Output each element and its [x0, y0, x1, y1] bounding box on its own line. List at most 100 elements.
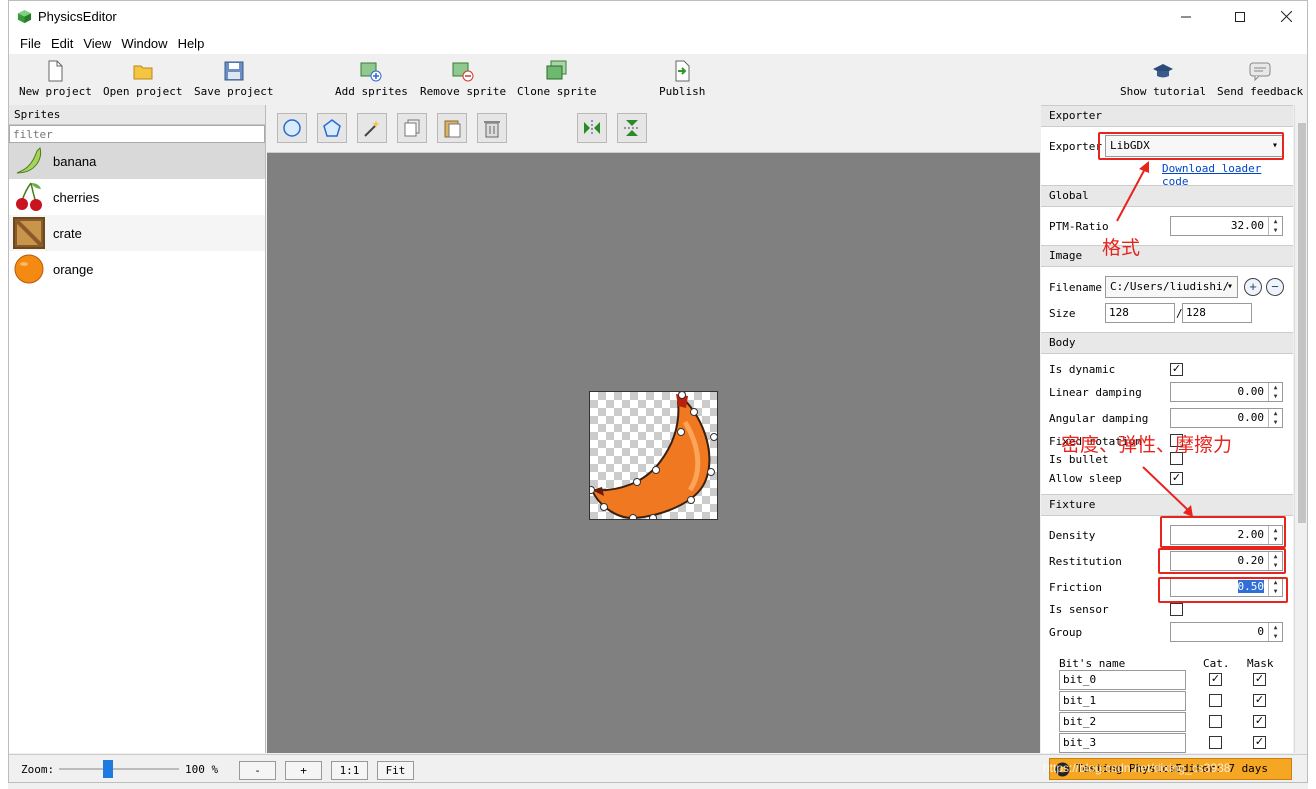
paste-button[interactable] — [437, 113, 467, 143]
bit-3-mask-checkbox[interactable]: ✓ — [1253, 736, 1266, 749]
zoom-slider[interactable] — [59, 760, 179, 778]
group-input[interactable]: 0 ▲ ▼ — [1170, 622, 1283, 642]
publish-button[interactable]: Publish — [659, 60, 705, 98]
close-icon — [1280, 11, 1292, 22]
sprite-preview[interactable] — [589, 391, 718, 520]
new-file-icon — [48, 60, 63, 82]
properties-panel: Exporter Exporter LibGDX ▾ Download loade… — [1041, 105, 1293, 753]
scrollbar-thumb[interactable] — [1298, 123, 1306, 523]
flip-vertical-button[interactable] — [617, 113, 647, 143]
properties-scrollbar[interactable] — [1294, 105, 1307, 753]
bit-3-cat-checkbox[interactable] — [1209, 736, 1222, 749]
zoom-out-button[interactable]: - — [239, 761, 276, 780]
bit-0-cat-checkbox[interactable]: ✓ — [1209, 673, 1222, 686]
show-tutorial-button[interactable]: Show tutorial — [1120, 60, 1206, 98]
spin-arrows-icon[interactable]: ▲ ▼ — [1268, 623, 1282, 641]
new-project-button[interactable]: New project — [19, 60, 92, 98]
circle-tool-button[interactable] — [277, 113, 307, 143]
zoom-slider-thumb[interactable] — [103, 760, 113, 778]
friction-highlight-box — [1158, 577, 1288, 603]
bit-0-mask-checkbox[interactable]: ✓ — [1253, 673, 1266, 686]
exporter-highlight-box — [1098, 132, 1284, 160]
magic-wand-icon — [364, 120, 380, 137]
linear-damping-label: Linear damping — [1049, 386, 1142, 399]
watermark-text: https://blog.csdn.net/dixing_cs3938 — [1043, 761, 1231, 775]
editor-canvas[interactable] — [267, 153, 1040, 753]
sprite-name: crate — [53, 225, 82, 241]
clone-sprite-button[interactable]: Clone sprite — [517, 60, 596, 98]
bit-name-field[interactable]: bit_2 — [1059, 712, 1186, 732]
maximize-icon — [1235, 11, 1245, 22]
open-project-button[interactable]: Open project — [103, 60, 182, 98]
spin-arrows-icon[interactable]: ▲ ▼ — [1268, 217, 1282, 235]
bits-mask-header: Mask — [1247, 657, 1274, 670]
remove-sprite-icon — [452, 62, 474, 82]
checkmark-icon: ✓ — [1254, 715, 1265, 727]
banana-sprite-image — [590, 392, 717, 519]
maximize-button[interactable] — [1217, 1, 1263, 32]
graduation-cap-icon — [1153, 64, 1174, 78]
menu-window[interactable]: Window — [116, 36, 172, 51]
minimize-button[interactable] — [1163, 1, 1209, 32]
magic-wand-button[interactable] — [357, 113, 387, 143]
friction-label: Friction — [1049, 581, 1102, 594]
zoom-value: 100 % — [185, 763, 219, 776]
linear-damping-input[interactable]: 0.00 ▲ ▼ — [1170, 382, 1283, 402]
sprite-item-crate[interactable]: crate — [9, 215, 265, 251]
close-button[interactable] — [1263, 1, 1307, 32]
bit-name-field[interactable]: bit_0 — [1059, 670, 1186, 690]
height-field[interactable]: 128 — [1182, 303, 1252, 323]
zoom-in-button[interactable]: + — [285, 761, 322, 780]
add-image-button[interactable]: + — [1244, 278, 1262, 296]
width-field[interactable]: 128 — [1105, 303, 1175, 323]
ptm-ratio-input[interactable]: 32.00 ▲ ▼ — [1170, 216, 1283, 236]
spin-arrows-icon[interactable]: ▲ ▼ — [1268, 383, 1282, 401]
sprite-item-orange[interactable]: orange — [9, 251, 265, 287]
angular-damping-label: Angular damping — [1049, 412, 1149, 425]
bit-2-cat-checkbox[interactable] — [1209, 715, 1222, 728]
bits-cat-header: Cat. — [1203, 657, 1230, 670]
filename-select[interactable]: C:/Users/liudishi/▾ — [1105, 276, 1238, 298]
bit-name-field[interactable]: bit_3 — [1059, 733, 1186, 753]
bits-name-header: Bit's name — [1059, 657, 1126, 670]
add-sprites-button[interactable]: Add sprites — [335, 60, 408, 98]
zoom-fit-button[interactable]: Fit — [377, 761, 414, 780]
banana-icon — [16, 147, 42, 174]
delete-button[interactable] — [477, 113, 507, 143]
sprite-filter-input[interactable] — [9, 125, 265, 143]
annotation-arrow-icon — [1142, 466, 1193, 517]
bit-1-mask-checkbox[interactable]: ✓ — [1253, 694, 1266, 707]
orange-icon — [14, 254, 44, 284]
send-feedback-button[interactable]: Send feedback — [1217, 60, 1303, 98]
bit-2-mask-checkbox[interactable]: ✓ — [1253, 715, 1266, 728]
menu-help[interactable]: Help — [173, 36, 210, 51]
menu-file[interactable]: File — [15, 36, 46, 51]
checkmark-icon: ✓ — [1254, 694, 1265, 706]
polygon-tool-button[interactable] — [317, 113, 347, 143]
remove-image-button[interactable]: − — [1266, 278, 1284, 296]
feedback-icon — [1249, 62, 1271, 82]
minimize-icon — [1181, 16, 1191, 17]
is-sensor-checkbox[interactable] — [1170, 603, 1183, 616]
flip-horizontal-button[interactable] — [577, 113, 607, 143]
zoom-actual-button[interactable]: 1:1 — [331, 761, 368, 780]
is-dynamic-label: Is dynamic — [1049, 363, 1116, 376]
remove-sprite-button[interactable]: Remove sprite — [420, 60, 506, 98]
paste-icon — [444, 120, 461, 138]
menu-view[interactable]: View — [78, 36, 116, 51]
angular-damping-input[interactable]: 0.00 ▲ ▼ — [1170, 408, 1283, 428]
copy-icon — [404, 119, 420, 137]
ptm-ratio-label: PTM-Ratio — [1049, 220, 1109, 233]
sprite-item-banana[interactable]: banana — [9, 143, 265, 179]
save-project-button[interactable]: Save project — [194, 60, 273, 98]
group-label: Group — [1049, 626, 1083, 639]
bit-name-field[interactable]: bit_1 — [1059, 691, 1186, 711]
bit-1-cat-checkbox[interactable] — [1209, 694, 1222, 707]
sprite-item-cherries[interactable]: cherries — [9, 179, 265, 215]
menu-edit[interactable]: Edit — [46, 36, 78, 51]
copy-button[interactable] — [397, 113, 427, 143]
exporter-section-header: Exporter — [1041, 105, 1293, 127]
spin-arrows-icon[interactable]: ▲ ▼ — [1268, 409, 1282, 427]
filename-label: Filename — [1049, 281, 1102, 294]
is-dynamic-checkbox[interactable]: ✓ — [1170, 363, 1183, 376]
